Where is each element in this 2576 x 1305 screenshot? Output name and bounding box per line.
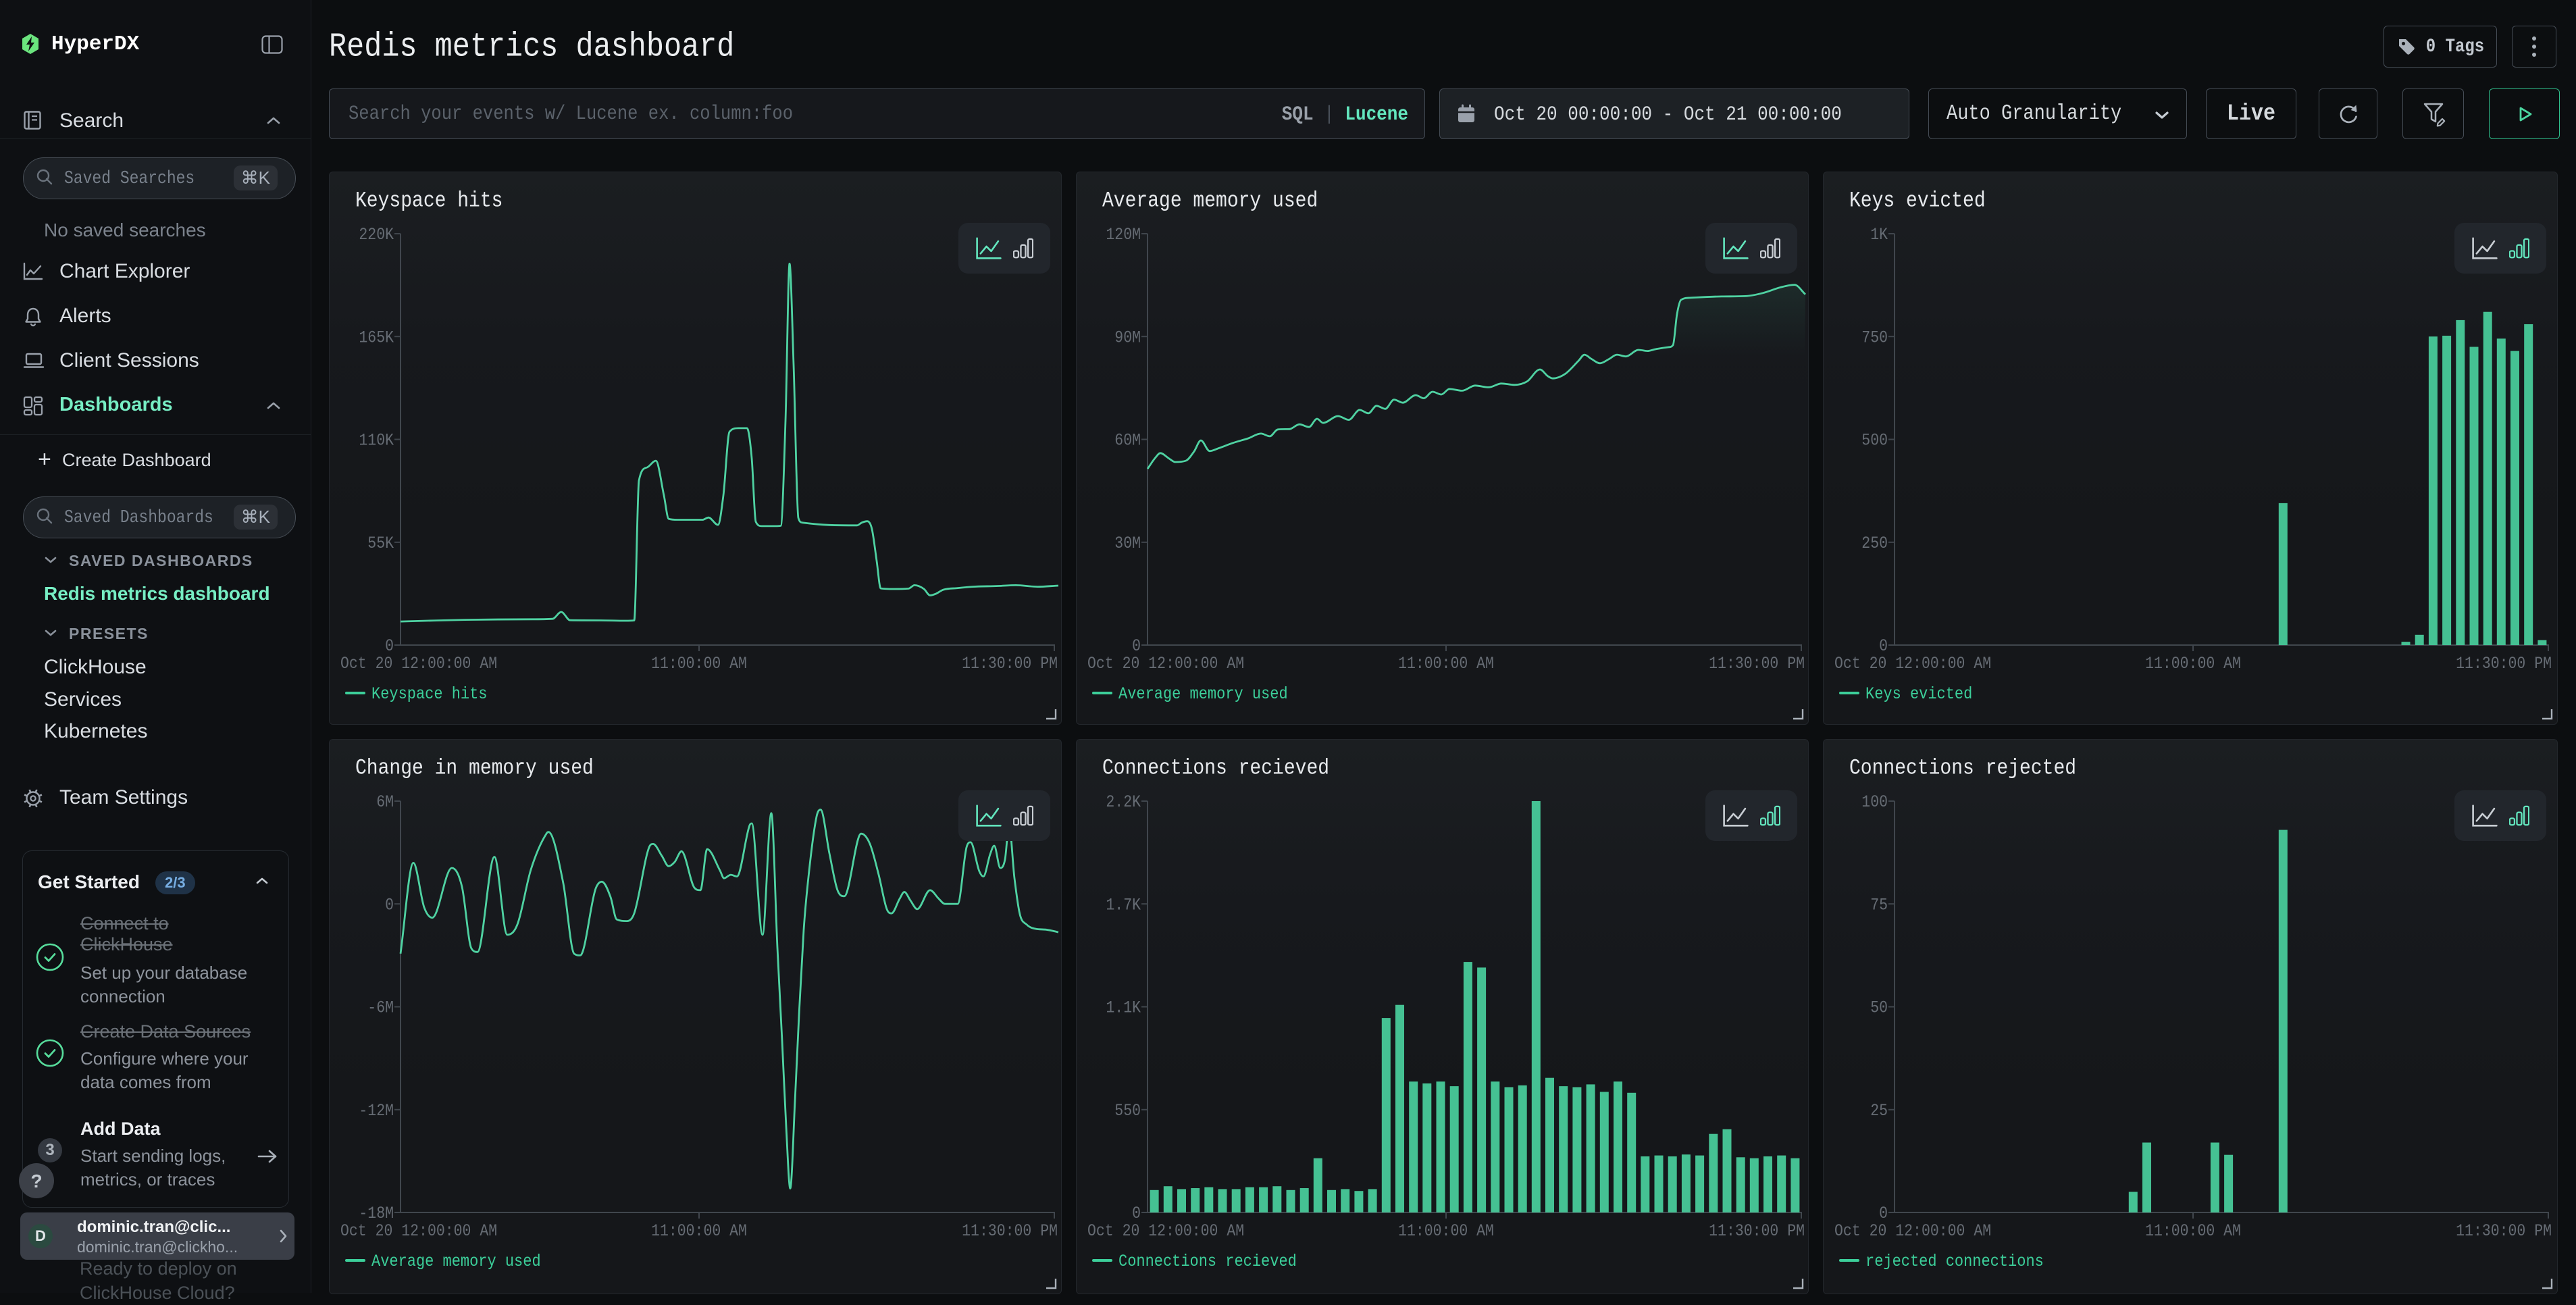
svg-text:0: 0	[385, 637, 394, 656]
svg-text:25: 25	[1870, 1101, 1888, 1120]
svg-text:Oct 20 12:00:00 AM: Oct 20 12:00:00 AM	[340, 1222, 497, 1241]
svg-text:Oct 20 12:00:00 AM: Oct 20 12:00:00 AM	[1087, 655, 1244, 673]
svg-text:11:00:00 AM: 11:00:00 AM	[2145, 1222, 2241, 1241]
svg-text:11:30:00 PM: 11:30:00 PM	[1709, 1222, 1805, 1241]
svg-text:Keyspace hits: Keyspace hits	[371, 685, 487, 705]
svg-text:500: 500	[1861, 431, 1888, 450]
svg-text:90M: 90M	[1114, 328, 1141, 347]
svg-text:Oct 20 12:00:00 AM: Oct 20 12:00:00 AM	[1834, 655, 1991, 673]
svg-text:Keys evicted: Keys evicted	[1865, 685, 1972, 705]
svg-text:11:30:00 PM: 11:30:00 PM	[2456, 1222, 2552, 1241]
svg-text:rejected connections: rejected connections	[1865, 1252, 2044, 1272]
svg-text:Oct 20 12:00:00 AM: Oct 20 12:00:00 AM	[340, 655, 497, 673]
svg-text:220K: 220K	[359, 226, 394, 245]
svg-text:Oct 20 12:00:00 AM: Oct 20 12:00:00 AM	[1087, 1222, 1244, 1241]
svg-text:55K: 55K	[367, 534, 394, 553]
svg-text:30M: 30M	[1114, 534, 1141, 553]
svg-text:1K: 1K	[1870, 226, 1888, 245]
svg-text:Connections recieved: Connections recieved	[1118, 1252, 1297, 1272]
svg-text:120M: 120M	[1106, 226, 1141, 245]
svg-text:11:00:00 AM: 11:00:00 AM	[651, 1222, 747, 1241]
svg-text:110K: 110K	[359, 431, 394, 450]
svg-text:11:30:00 PM: 11:30:00 PM	[962, 655, 1058, 673]
svg-text:0: 0	[1879, 637, 1888, 656]
svg-text:Oct 20 12:00:00 AM: Oct 20 12:00:00 AM	[1834, 1222, 1991, 1241]
svg-text:?: ?	[30, 1171, 42, 1192]
svg-text:-12M: -12M	[359, 1101, 394, 1120]
svg-text:550: 550	[1114, 1101, 1141, 1120]
svg-text:750: 750	[1861, 328, 1888, 347]
svg-text:11:30:00 PM: 11:30:00 PM	[2456, 655, 2552, 673]
svg-text:Average memory used: Average memory used	[1118, 685, 1288, 705]
svg-text:Average memory used: Average memory used	[371, 1252, 541, 1272]
svg-text:0: 0	[1132, 1204, 1141, 1223]
svg-text:165K: 165K	[359, 328, 394, 347]
svg-text:0: 0	[1879, 1204, 1888, 1223]
svg-text:11:00:00 AM: 11:00:00 AM	[1398, 655, 1494, 673]
svg-text:75: 75	[1870, 896, 1888, 915]
svg-text:50: 50	[1870, 998, 1888, 1017]
svg-text:0: 0	[385, 896, 394, 915]
svg-text:0: 0	[1132, 637, 1141, 656]
svg-text:1.7K: 1.7K	[1106, 896, 1141, 915]
svg-text:11:30:00 PM: 11:30:00 PM	[962, 1222, 1058, 1241]
svg-text:250: 250	[1861, 534, 1888, 553]
svg-text:1.1K: 1.1K	[1106, 998, 1141, 1017]
svg-text:11:30:00 PM: 11:30:00 PM	[1709, 655, 1805, 673]
svg-text:-18M: -18M	[359, 1204, 394, 1223]
svg-text:11:00:00 AM: 11:00:00 AM	[2145, 655, 2241, 673]
svg-text:11:00:00 AM: 11:00:00 AM	[651, 655, 747, 673]
svg-text:100: 100	[1861, 793, 1888, 812]
svg-text:6M: 6M	[376, 793, 394, 812]
svg-text:11:00:00 AM: 11:00:00 AM	[1398, 1222, 1494, 1241]
svg-text:-6M: -6M	[367, 998, 394, 1017]
svg-text:60M: 60M	[1114, 431, 1141, 450]
svg-text:2.2K: 2.2K	[1106, 793, 1141, 812]
